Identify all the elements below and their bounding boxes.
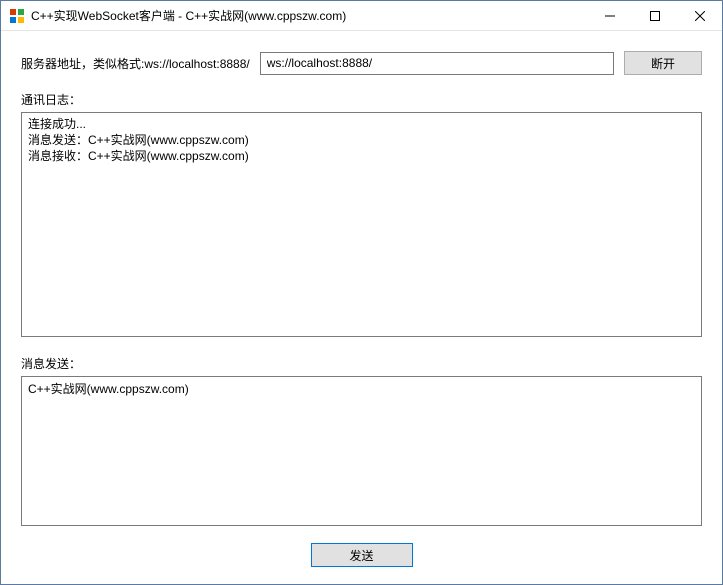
send-label: 消息发送：: [21, 355, 702, 372]
send-button[interactable]: 发送: [311, 543, 413, 567]
content-area: 服务器地址，类似格式:ws://localhost:8888/ 断开 通讯日志：…: [1, 31, 722, 577]
close-button[interactable]: [677, 1, 722, 30]
server-address-label: 服务器地址，类似格式:ws://localhost:8888/: [21, 55, 250, 72]
log-label: 通讯日志：: [21, 91, 702, 108]
send-row: 发送: [21, 543, 702, 567]
window-controls: [587, 1, 722, 30]
server-address-input[interactable]: [260, 52, 614, 75]
titlebar: C++实现WebSocket客户端 - C++实战网(www.cppszw.co…: [1, 1, 722, 31]
app-icon: [9, 8, 25, 24]
message-send-input[interactable]: [21, 376, 702, 526]
disconnect-button[interactable]: 断开: [624, 51, 702, 75]
server-row: 服务器地址，类似格式:ws://localhost:8888/ 断开: [21, 51, 702, 75]
minimize-button[interactable]: [587, 1, 632, 30]
window-title: C++实现WebSocket客户端 - C++实战网(www.cppszw.co…: [31, 7, 587, 24]
maximize-button[interactable]: [632, 1, 677, 30]
communication-log[interactable]: 连接成功... 消息发送：C++实战网(www.cppszw.com) 消息接收…: [21, 112, 702, 337]
